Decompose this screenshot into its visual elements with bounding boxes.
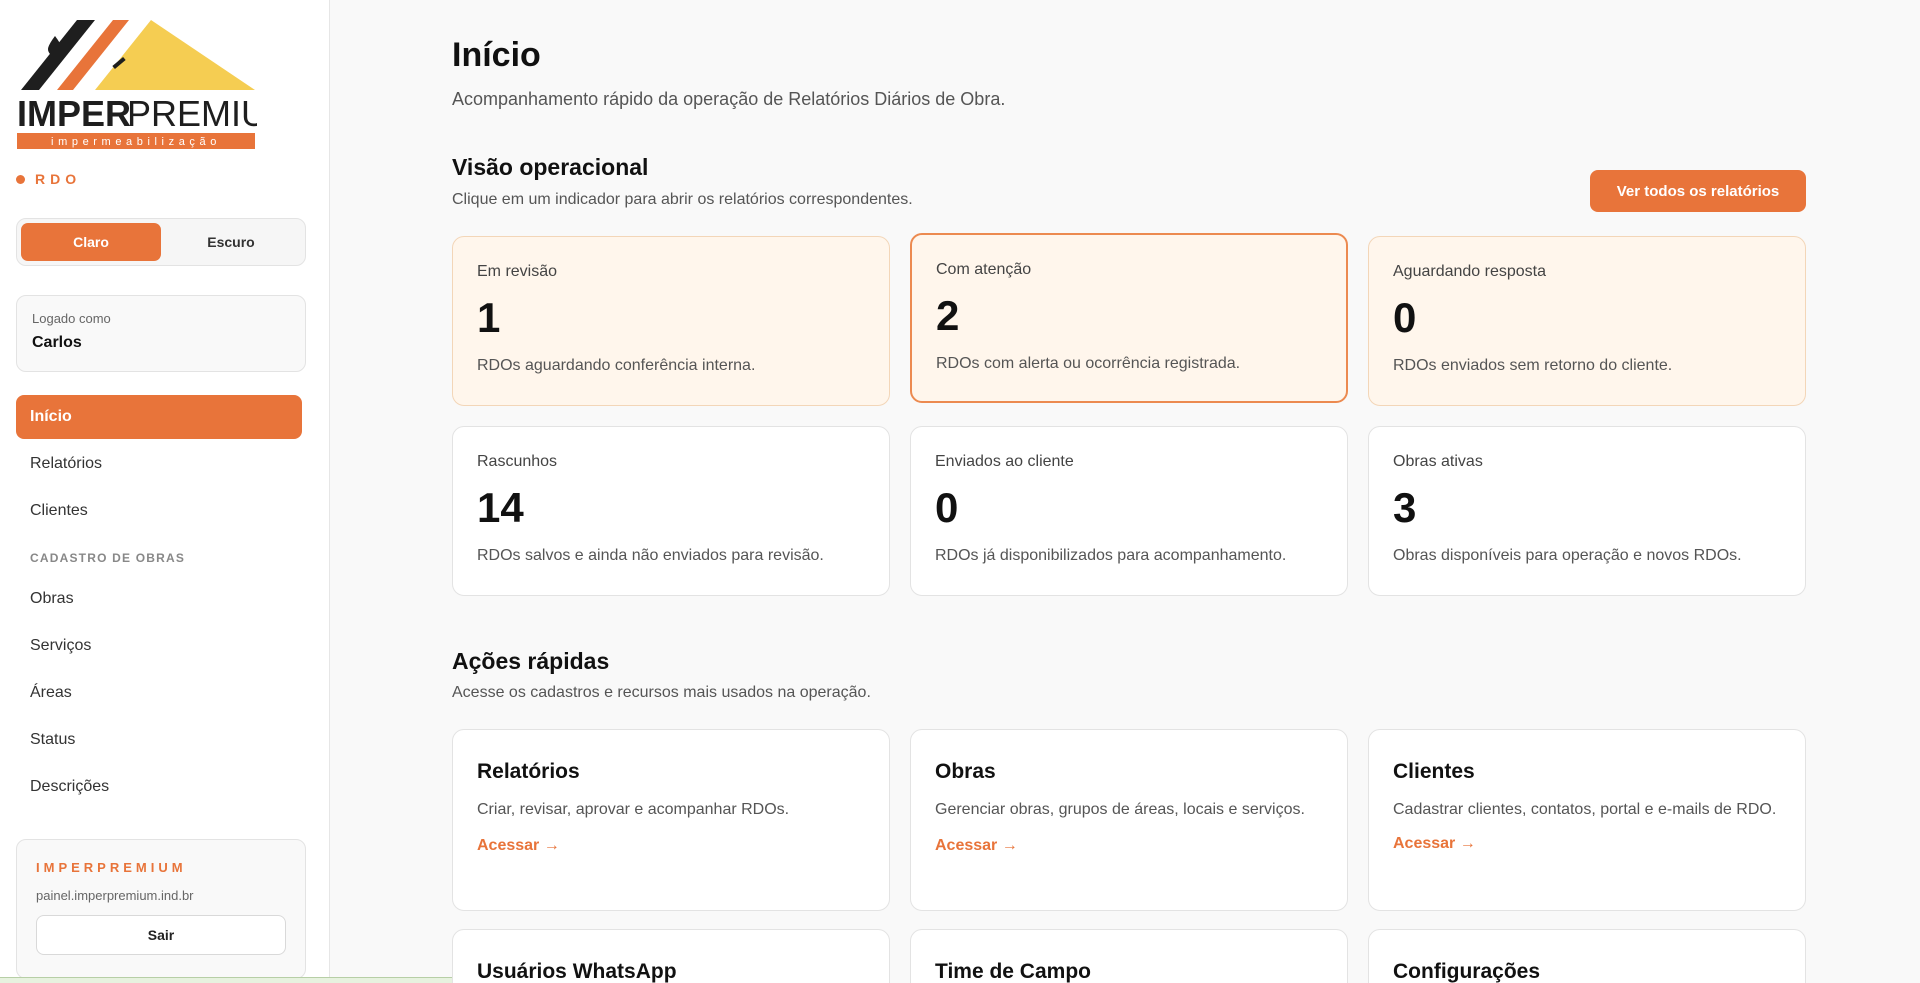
action-link-acessar[interactable]: Acessar → [935,837,1018,855]
action-desc: Gerenciar obras, grupos de áreas, locais… [935,801,1305,818]
quick-actions-title: Ações rápidas [452,648,610,674]
sidebar-section-label: CADASTRO DE OBRAS [30,551,186,565]
stat-label: Com atenção [936,261,1032,278]
module-tag: RDO [16,171,81,187]
sidebar-item-obras[interactable]: Obras [16,577,302,621]
stat-card-em-revisao[interactable]: Em revisão 1 RDOs aguardando conferência… [452,236,890,406]
user-name: Carlos [32,334,82,351]
stat-desc: RDOs salvos e ainda não enviados para re… [477,547,824,565]
sidebar-item-inicio[interactable]: Início [16,395,302,439]
sidebar-nav: Início Relatórios Clientes CADASTRO DE O… [16,395,302,812]
imperpremium-logo: IMPER PREMIUM impermeabilização [17,20,257,149]
action-title: Time de Campo [935,960,1091,983]
svg-text:IMPER: IMPER [17,93,131,134]
action-link-acessar[interactable]: Acessar → [1393,835,1476,853]
stat-value: 1 [477,294,501,341]
stat-desc: RDOs com alerta ou ocorrência registrada… [936,355,1241,373]
stat-label: Em revisão [477,263,558,280]
sidebar-item-descricoes[interactable]: Descrições [16,765,302,809]
status-dot-icon [16,174,25,184]
sidebar-item-areas[interactable]: Áreas [16,671,302,715]
svg-text:impermeabilização: impermeabilização [51,136,221,148]
quick-actions-grid: Relatórios Criar, revisar, aprovar e aco… [452,729,1806,983]
stat-value: 0 [1393,294,1417,341]
stat-label: Aguardando resposta [1393,263,1546,280]
action-card-configuracoes[interactable]: Configurações [1368,929,1806,983]
page-title: Início [452,36,541,74]
sidebar-item-servicos[interactable]: Serviços [16,624,302,668]
stat-desc: Obras disponíveis para operação e novos … [1393,547,1742,565]
company-card: IMPERPREMIUM painel.imperpremium.ind.br … [16,839,306,979]
action-title: Usuários WhatsApp [477,960,677,983]
stat-desc: RDOs aguardando conferência interna. [477,357,756,375]
stat-value: 2 [936,292,960,339]
action-card-time-de-campo[interactable]: Time de Campo [910,929,1348,983]
action-title: Clientes [1393,760,1475,783]
sidebar-item-status[interactable]: Status [16,718,302,762]
stat-card-aguardando-resposta[interactable]: Aguardando resposta 0 RDOs enviados sem … [1368,236,1806,406]
stat-value: 3 [1393,484,1417,531]
stat-desc: RDOs já disponibilizados para acompanham… [935,547,1287,565]
action-link-acessar[interactable]: Acessar → [477,837,560,855]
theme-light-button[interactable]: Claro [21,223,161,261]
company-name: IMPERPREMIUM [36,860,187,875]
stat-value: 0 [935,484,959,531]
sidebar-item-clientes[interactable]: Clientes [16,489,302,533]
stat-label: Rascunhos [477,453,558,470]
action-title: Obras [935,760,996,783]
user-card: Logado como Carlos [16,295,306,372]
svg-text:PREMIUM: PREMIUM [127,93,257,134]
stat-value: 14 [477,484,524,531]
stat-card-com-atencao[interactable]: Com atenção 2 RDOs com alerta ou ocorrên… [910,233,1348,403]
stat-desc: RDOs enviados sem retorno do cliente. [1393,357,1673,375]
bottom-notification-bar [0,977,452,983]
page-subtitle: Acompanhamento rápido da operação de Rel… [452,89,1006,109]
sidebar-item-relatorios[interactable]: Relatórios [16,442,302,486]
sidebar: IMPER PREMIUM impermeabilização RDO Clar… [0,0,330,983]
module-label: RDO [35,171,82,187]
user-label: Logado como [32,311,111,326]
stat-card-rascunhos[interactable]: Rascunhos 14 RDOs salvos e ainda não env… [452,426,890,596]
company-url: painel.imperpremium.ind.br [36,888,194,903]
action-card-usuarios-whatsapp[interactable]: Usuários WhatsApp [452,929,890,983]
stat-card-enviados-cliente[interactable]: Enviados ao cliente 0 RDOs já disponibil… [910,426,1348,596]
action-desc: Criar, revisar, aprovar e acompanhar RDO… [477,801,790,818]
theme-toggle: Claro Escuro [16,218,306,266]
action-card-relatorios[interactable]: Relatórios Criar, revisar, aprovar e aco… [452,729,890,911]
action-card-obras[interactable]: Obras Gerenciar obras, grupos de áreas, … [910,729,1348,911]
stat-label: Enviados ao cliente [935,453,1074,470]
action-title: Relatórios [477,760,580,783]
quick-actions-subtitle: Acesse os cadastros e recursos mais usad… [452,684,871,701]
operational-section-subtitle: Clique em um indicador para abrir os rel… [452,191,913,208]
operational-section-title: Visão operacional [452,154,649,180]
action-card-clientes[interactable]: Clientes Cadastrar clientes, contatos, p… [1368,729,1806,911]
stat-card-obras-ativas[interactable]: Obras ativas 3 Obras disponíveis para op… [1368,426,1806,596]
theme-dark-button[interactable]: Escuro [161,223,301,261]
action-desc: Cadastrar clientes, contatos, portal e e… [1393,801,1777,818]
action-title: Configurações [1393,960,1541,983]
stats-grid: Em revisão 1 RDOs aguardando conferência… [452,233,1806,596]
stat-label: Obras ativas [1393,453,1483,470]
logout-button[interactable]: Sair [36,915,286,955]
view-all-reports-button[interactable]: Ver todos os relatórios [1590,170,1806,212]
